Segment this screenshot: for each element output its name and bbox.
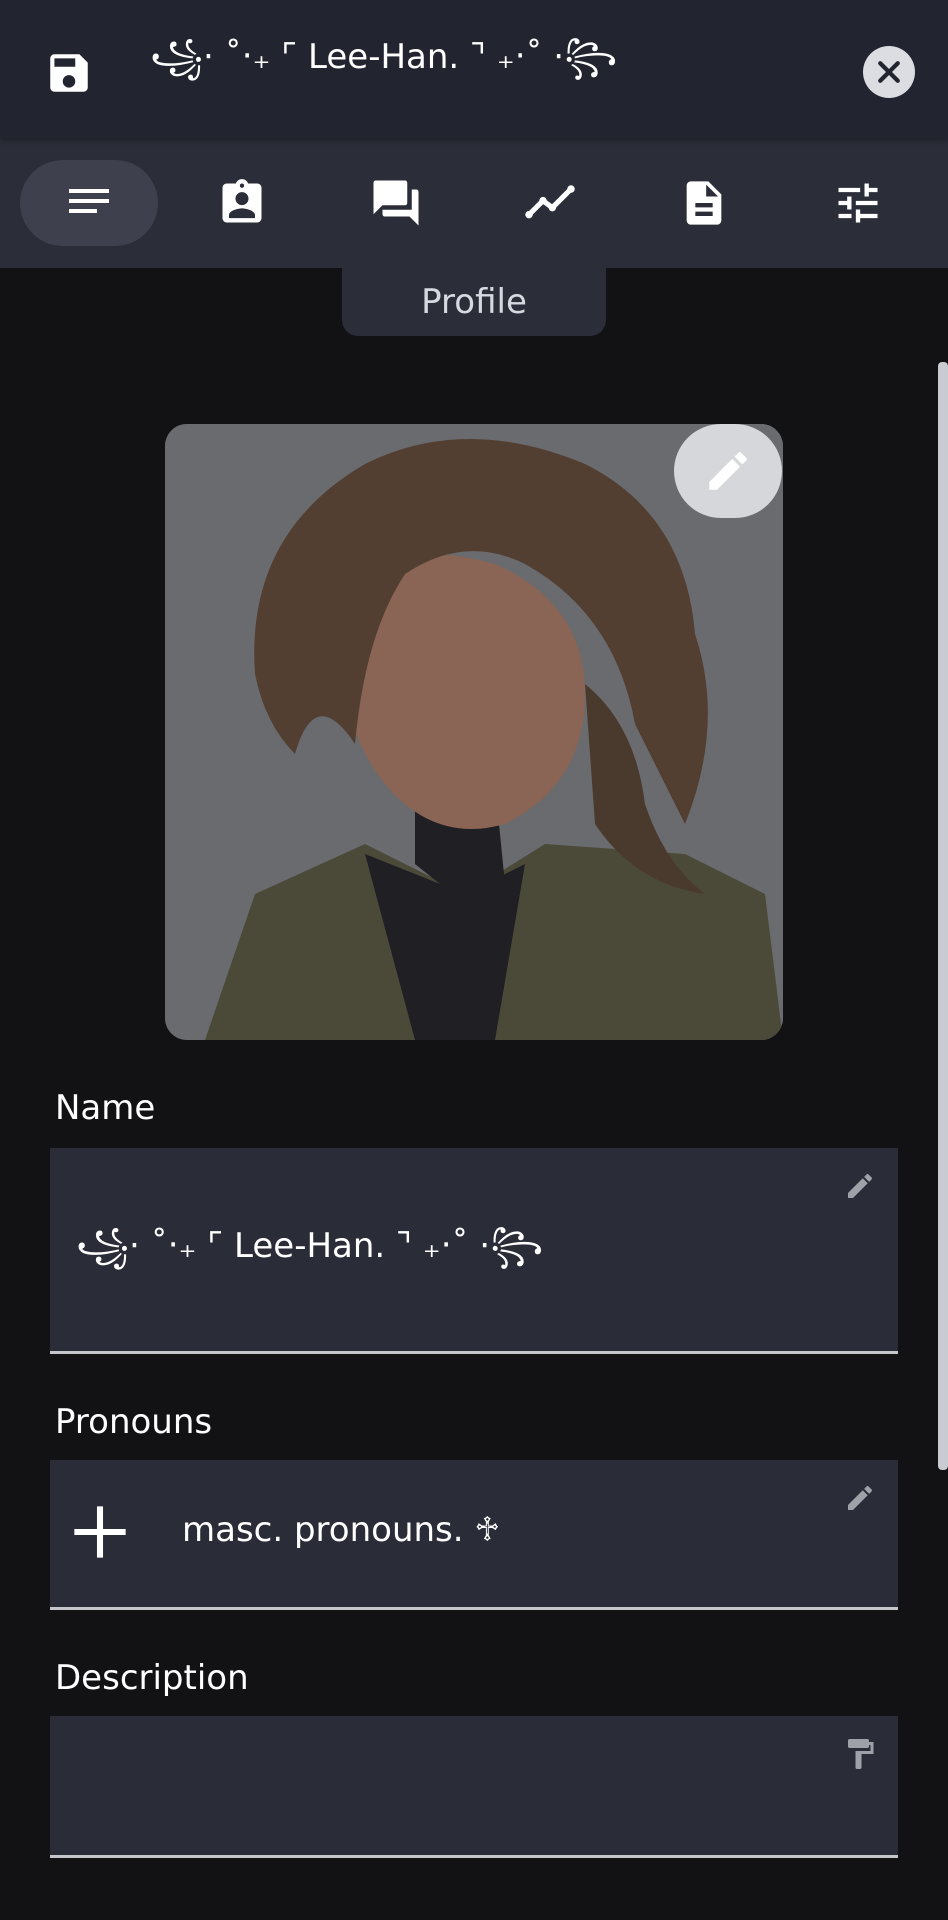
chat-icon (373, 180, 419, 226)
document-icon (686, 181, 722, 225)
character-title: ꧁⋅ ˚‧₊ ⌜ Lee-Han. ⌝ ₊‧˚ ⋅꧂ (150, 36, 618, 77)
avatar-image[interactable] (165, 424, 783, 1040)
pronouns-value: masc. pronouns. ♱ (182, 1510, 501, 1550)
lines-icon (69, 189, 109, 213)
close-icon (878, 61, 900, 83)
avatar-edit-button[interactable] (674, 424, 782, 518)
save-button[interactable] (42, 46, 96, 100)
pronouns-field[interactable]: masc. pronouns. ♱ (50, 1460, 898, 1610)
description-style-button[interactable] (840, 1734, 880, 1774)
name-value: ꧁⋅ ˚‧₊ ⌜ Lee-Han. ⌝ ₊‧˚ ⋅꧂ (76, 1226, 544, 1266)
tab-bar (0, 138, 948, 268)
trend-icon (525, 185, 575, 219)
pencil-icon (848, 1173, 873, 1198)
tab-settings[interactable] (802, 160, 914, 246)
tab-identity[interactable] (186, 160, 298, 246)
name-field[interactable]: ꧁⋅ ˚‧₊ ⌜ Lee-Han. ⌝ ₊‧˚ ⋅꧂ (50, 1148, 898, 1354)
badge-icon (222, 179, 262, 223)
pencil-icon (848, 1485, 873, 1510)
plus-icon[interactable] (72, 1504, 128, 1560)
name-label: Name (55, 1088, 156, 1128)
tab-tooltip: Profile (342, 268, 606, 336)
description-field[interactable] (50, 1716, 898, 1858)
close-button[interactable] (863, 46, 915, 98)
pronouns-edit-button[interactable] (840, 1478, 880, 1518)
save-icon (50, 54, 88, 92)
pronouns-label: Pronouns (55, 1402, 213, 1442)
tab-profile[interactable] (20, 160, 158, 246)
pencil-icon (709, 452, 747, 490)
description-label: Description (55, 1658, 249, 1698)
tab-stats[interactable] (494, 160, 606, 246)
tab-chat[interactable] (340, 160, 452, 246)
top-bar: ꧁⋅ ˚‧₊ ⌜ Lee-Han. ⌝ ₊‧˚ ⋅꧂ (0, 0, 948, 138)
name-edit-button[interactable] (840, 1166, 880, 1206)
tab-document[interactable] (648, 160, 760, 246)
sliders-icon (838, 183, 878, 223)
scrollbar[interactable] (938, 362, 948, 1470)
avatar-portrait (165, 424, 783, 1040)
paint-roller-icon (848, 1739, 874, 1769)
